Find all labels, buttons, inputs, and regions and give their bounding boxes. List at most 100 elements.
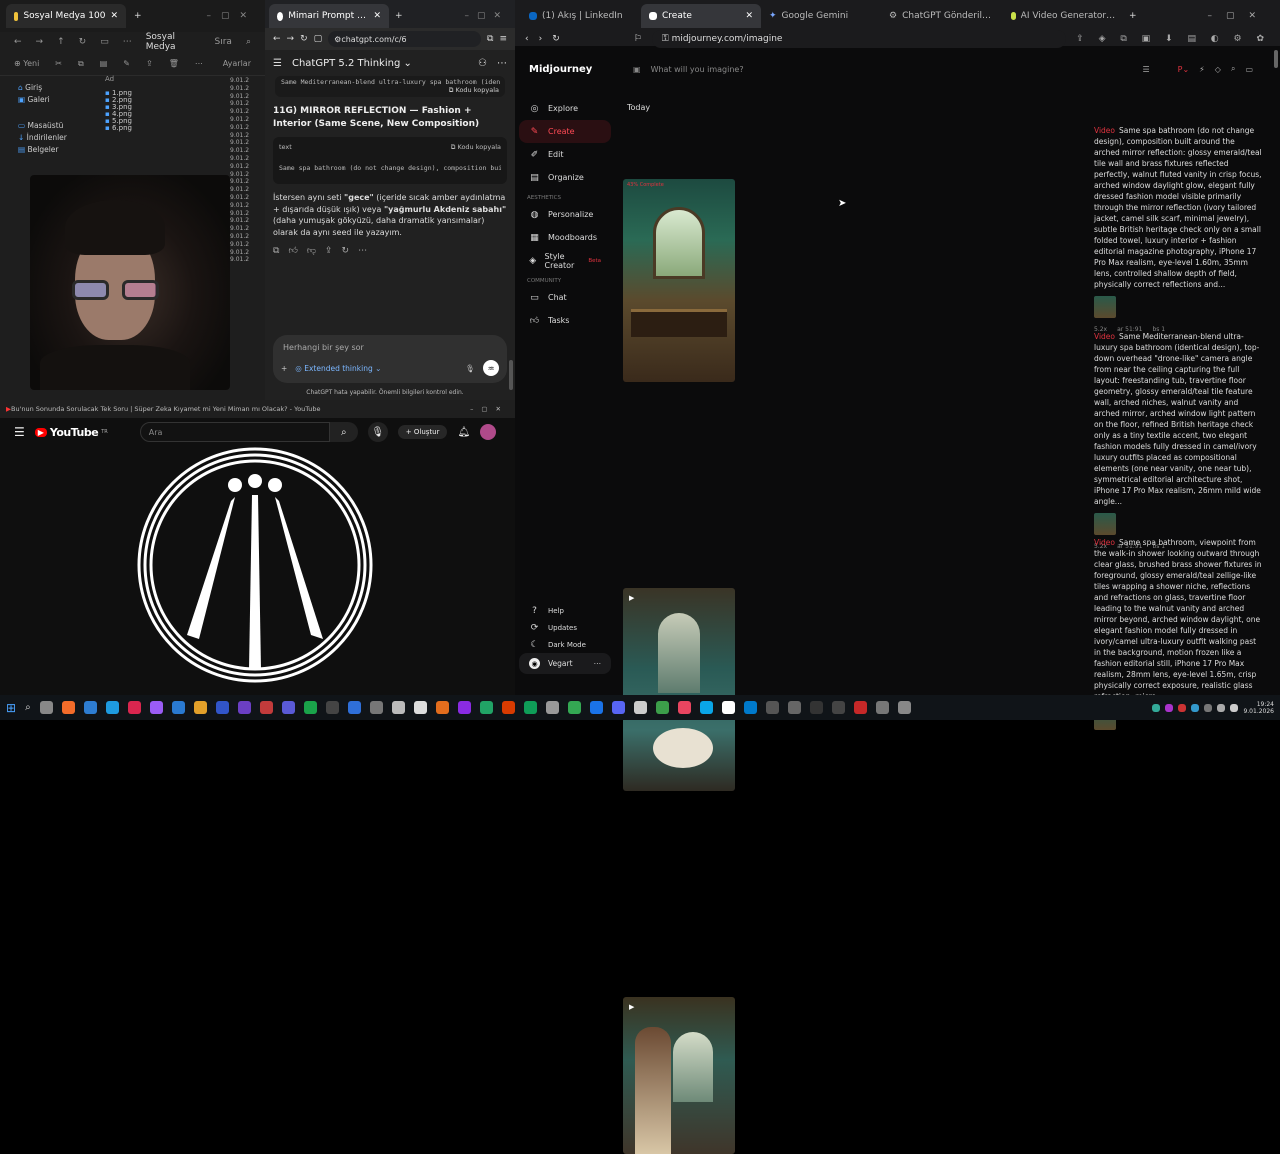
reference-thumbnail[interactable] [1094,296,1116,318]
file-browser-tab[interactable]: Sosyal Medya 100 ✕ [6,4,126,28]
video-play-icon[interactable]: ▶ [629,1003,634,1011]
settings-sliders-icon[interactable]: ☰ [1142,65,1149,74]
tray-icon[interactable] [1191,703,1200,712]
more-icon[interactable]: ⋯ [594,659,602,668]
nav-style-creator[interactable]: ◈ Style Creator Beta [519,249,611,272]
window-controls[interactable]: –▢✕ [206,11,257,21]
tab-linkedin[interactable]: (1) Akış | LinkedIn [521,4,641,28]
window-controls[interactable]: –▢✕ [470,405,509,413]
cut-icon[interactable]: ✂ [55,59,62,68]
app-icon[interactable] [391,701,405,714]
app-icon[interactable] [127,701,141,714]
app-icon[interactable] [369,701,383,714]
chrome-icon[interactable] [567,701,581,714]
app-icon[interactable] [853,701,867,714]
share-icon[interactable]: ⇪ [146,59,153,68]
up-icon[interactable]: ↑ [57,37,65,47]
app-icon[interactable] [699,701,713,714]
chatgpt-tab[interactable]: Mimari Prompt Oluşturma ✕ [269,4,389,28]
new-tab-icon[interactable]: + [134,11,142,21]
tray-icon[interactable] [1178,703,1187,712]
share-icon[interactable]: ⇪ [325,246,333,256]
bell-icon[interactable]: 🔔︎ [457,427,470,438]
more-icon[interactable]: ⋯ [195,59,203,68]
nav-updates[interactable]: ⟳ Updates [519,619,611,636]
clock[interactable]: 19:24 9.01.2026 [1243,701,1274,715]
shape-icon[interactable]: ◇ [1215,65,1221,74]
app-icon[interactable] [83,701,97,714]
nav-tasks[interactable]: 👍︎ Tasks [519,309,611,332]
nav-organize[interactable]: ▤ Organize [519,166,611,189]
app-icon[interactable] [787,701,801,714]
task-view-icon[interactable] [39,701,53,714]
search-icon[interactable]: ⌕ [329,422,358,442]
app-icon[interactable] [655,701,669,714]
app-icon[interactable] [325,701,339,714]
app-icon[interactable] [435,701,449,714]
generated-image-2[interactable]: ▶ [623,588,735,791]
model-selector[interactable]: ChatGPT 5.2 Thinking ⌄ [292,58,412,69]
refresh-icon[interactable]: ↻ [552,34,560,44]
window-controls[interactable]: –▢✕ [464,11,509,21]
app-icon[interactable] [633,701,647,714]
forward-icon[interactable]: → [287,34,295,44]
discord-icon[interactable] [611,701,625,714]
forward-icon[interactable]: › [539,34,543,44]
sidebar-item-downloads[interactable]: ↓ İndirilenler [18,132,105,144]
nav-chat[interactable]: ▭ Chat [519,286,611,309]
video-thumbnail[interactable] [135,445,375,685]
tray-icon[interactable] [1204,703,1213,712]
regenerate-icon[interactable]: ↻ [342,246,350,256]
brave-icon[interactable] [61,701,75,714]
path-label[interactable]: Sosyal Medya [146,32,201,52]
view-icon[interactable]: ▭ [100,37,109,47]
nav-moodboards[interactable]: ▦ Moodboards [519,226,611,249]
mic-icon[interactable]: 🎙︎ [367,422,388,442]
forward-icon[interactable]: → [36,37,44,47]
voice-mode-icon[interactable]: ♒ [483,360,499,376]
extended-thinking-button[interactable]: ◎ Extended thinking ⌄ [295,364,381,373]
sort-label[interactable]: Sıra [215,37,232,47]
avatar[interactable] [480,424,497,440]
app-icon[interactable] [281,701,295,714]
tray-icon[interactable] [1152,703,1161,712]
app-icon[interactable] [237,701,251,714]
folder-icon[interactable]: ▭ [1245,65,1253,74]
app-icon[interactable] [215,701,229,714]
brand-title[interactable]: Midjourney [515,56,615,83]
tray-icon[interactable] [1165,703,1174,712]
thumbs-down-icon[interactable]: 👎︎ [307,246,316,256]
nav-help[interactable]: ? Help [519,602,611,619]
window-controls[interactable]: –▢✕ [1207,11,1270,21]
more-icon[interactable]: ⋯ [358,246,367,256]
back-icon[interactable]: ← [273,34,281,44]
new-button[interactable]: ⊕ Yeni [14,59,39,68]
column-header-name[interactable]: Ad [105,76,230,83]
start-icon[interactable]: ⊞ [6,701,16,715]
tab-gemini[interactable]: ✦ Google Gemini [761,4,881,28]
search-icon[interactable]: ⌕ [1231,64,1235,74]
app-icon[interactable] [875,701,889,714]
rename-icon[interactable]: ✎ [123,59,130,68]
app-icon[interactable] [105,701,119,714]
mic-icon[interactable]: 🎙︎ [465,364,475,373]
sidebar-item-home[interactable]: ⌂ Giriş [18,82,105,94]
search-input[interactable]: Ara [139,422,330,442]
app-icon[interactable] [347,701,361,714]
new-tab-icon[interactable]: + [395,11,403,21]
youtube-logo[interactable]: ▶ YouTube TR [34,426,108,439]
generated-image-1[interactable]: 43% Complete [623,179,735,382]
app-icon[interactable] [831,701,845,714]
app-icon[interactable] [523,701,537,714]
search-icon[interactable]: ⌕ [25,702,31,713]
sidebar-toggle-icon[interactable]: ☰ [273,58,282,69]
app-icon[interactable] [897,701,911,714]
refresh-icon[interactable]: ↻ [79,37,87,47]
app-icon[interactable] [259,701,273,714]
refresh-icon[interactable]: ↻ [300,34,308,44]
sidebar-item-documents[interactable]: ▤ Belgeler [18,144,105,156]
share-user-icon[interactable]: ⚇ [478,58,487,69]
menu-icon[interactable]: ≡ [499,34,507,44]
back-icon[interactable]: ‹ [525,34,529,44]
video-play-icon[interactable]: ▶ [629,594,634,602]
